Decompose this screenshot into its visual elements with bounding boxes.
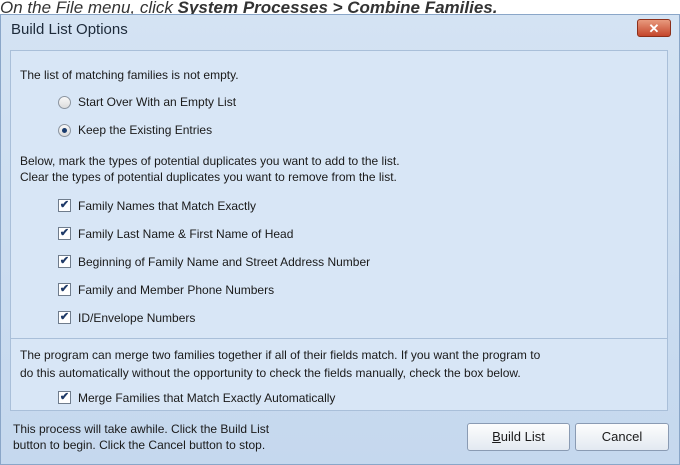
build-list-mnemonic: B: [492, 429, 501, 444]
dialog-title: Build List Options: [11, 21, 128, 38]
checkmark-icon[interactable]: ✔: [58, 311, 71, 324]
checkbox-label: Family Last Name & First Name of Head: [78, 227, 294, 241]
cancel-button[interactable]: Cancel: [575, 423, 669, 451]
checkbox-label: Family and Member Phone Numbers: [78, 283, 275, 297]
instruction-line-2: Clear the types of potential duplicates …: [20, 170, 397, 184]
radio-button[interactable]: [58, 124, 71, 137]
checkbox-label: Family Names that Match Exactly: [78, 199, 257, 213]
build-list-label-rest: uild List: [500, 429, 545, 444]
radio-button[interactable]: [58, 96, 71, 109]
options-panel: The list of matching families is not emp…: [10, 50, 668, 411]
checkbox-label: ID/Envelope Numbers: [78, 311, 196, 325]
radio-label: Start Over With an Empty List: [78, 95, 237, 109]
merge-text-line-1: The program can merge two families toget…: [20, 348, 541, 362]
checkbox-label: Beginning of Family Name and Street Addr…: [78, 255, 371, 269]
title-bar: Build List Options ✕: [1, 15, 679, 43]
merge-text-line-2: do this automatically without the opport…: [20, 366, 521, 380]
checkmark-icon[interactable]: ✔: [58, 391, 71, 404]
checkmark-icon[interactable]: ✔: [58, 199, 71, 212]
close-button[interactable]: ✕: [637, 19, 671, 37]
status-text: The list of matching families is not emp…: [20, 68, 239, 82]
checkmark-icon[interactable]: ✔: [58, 227, 71, 240]
footer-text-line-1: This process will take awhile. Click the…: [13, 422, 270, 436]
build-list-options-dialog: Build List Options ✕ The list of matchin…: [0, 14, 680, 465]
build-list-button[interactable]: Build List: [467, 423, 570, 451]
section-divider: [11, 338, 667, 339]
footer-text-line-2: button to begin. Click the Cancel button…: [13, 438, 266, 452]
checkmark-icon[interactable]: ✔: [58, 283, 71, 296]
instruction-line-1: Below, mark the types of potential dupli…: [20, 154, 400, 168]
radio-label: Keep the Existing Entries: [78, 123, 213, 137]
checkbox-label: Merge Families that Match Exactly Automa…: [78, 391, 336, 405]
close-icon: ✕: [648, 21, 660, 36]
checkmark-icon[interactable]: ✔: [58, 255, 71, 268]
